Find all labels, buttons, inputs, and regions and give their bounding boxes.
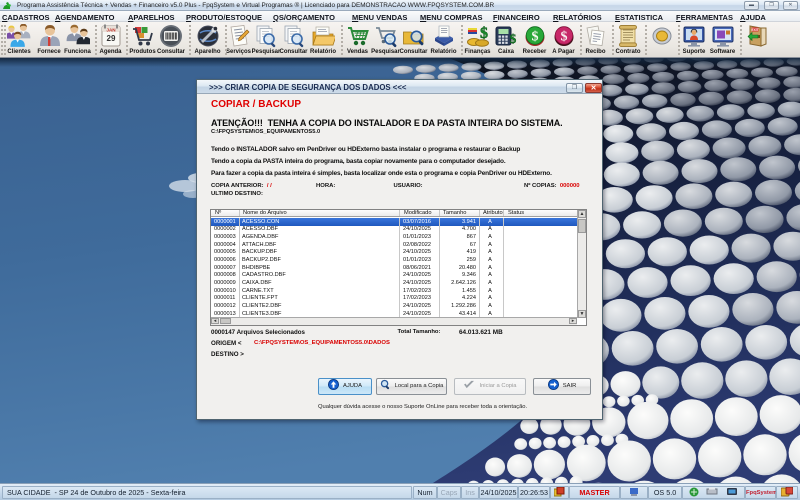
svg-text:JAN: JAN [106, 27, 116, 32]
svg-text:EXIT: EXIT [751, 28, 758, 32]
svg-text:29: 29 [106, 34, 115, 43]
svg-text:$: $ [480, 25, 488, 42]
svg-text:$: $ [531, 30, 538, 45]
svg-text:$: $ [560, 30, 567, 45]
svg-text:$: $ [510, 31, 517, 46]
